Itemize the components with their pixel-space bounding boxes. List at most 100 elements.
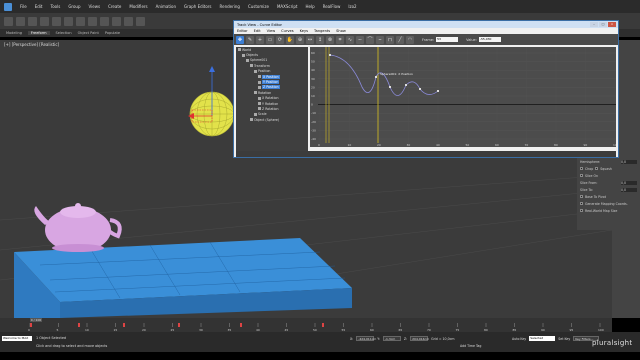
smooth-tangent-icon[interactable]: ◠ xyxy=(406,35,414,44)
align-icon[interactable] xyxy=(136,16,145,26)
fast-tangent-icon[interactable]: ⌒ xyxy=(366,35,374,44)
close-icon[interactable]: × xyxy=(608,22,616,27)
tab-modeling[interactable]: Modeling xyxy=(6,31,22,35)
menu-realflow[interactable]: RealFlow xyxy=(323,4,341,9)
menu-help[interactable]: Help xyxy=(305,4,314,9)
slice-on-checkbox[interactable] xyxy=(580,174,583,177)
scale-icon[interactable] xyxy=(100,16,109,26)
ce-menu-editor[interactable]: Editor xyxy=(237,29,248,33)
menu-graph-editors[interactable]: Graph Editors xyxy=(184,4,211,9)
ce-menu-curves[interactable]: Curves xyxy=(281,29,293,33)
lock-selection-icon[interactable]: ⊗ xyxy=(326,35,334,44)
chop-radio[interactable] xyxy=(580,167,583,170)
menu-customize[interactable]: Customize xyxy=(248,4,269,9)
unlink-icon[interactable] xyxy=(40,16,49,26)
menu-lzo2[interactable]: lzo2 xyxy=(348,4,356,9)
generate-mapping-checkbox[interactable] xyxy=(580,202,583,205)
slow-tangent-icon[interactable]: ⌣ xyxy=(376,35,384,44)
rollout-row-chop: Chop Squash xyxy=(577,165,640,172)
maximize-icon[interactable]: □ xyxy=(599,22,607,27)
select-by-name-icon[interactable] xyxy=(64,16,73,26)
menu-rendering[interactable]: Rendering xyxy=(220,4,240,9)
draw-curves-icon[interactable]: ✎ xyxy=(246,35,254,44)
add-key-icon[interactable]: + xyxy=(256,35,264,44)
frame-value-icon[interactable]: ↕ xyxy=(316,35,324,44)
x-coordinate-field[interactable]: -424,011cm xyxy=(356,336,376,341)
set-key-button[interactable]: Set Key xyxy=(558,337,570,341)
curve-graph[interactable]: 60 50 40 30 20 10 0 -10 -20 -30 -40 0 10 20 30 40 50 60 70… xyxy=(310,47,616,147)
graph-x-tick: 70 xyxy=(525,143,529,147)
linear-tangent-icon[interactable]: ╱ xyxy=(396,35,404,44)
slice-to-field[interactable]: 0,0 xyxy=(621,187,637,192)
menu-group[interactable]: Group xyxy=(68,4,80,9)
move-icon[interactable] xyxy=(76,16,85,26)
snap-frames-icon[interactable]: ⌗ xyxy=(336,35,344,44)
track-icon xyxy=(258,85,261,89)
minimize-icon[interactable]: – xyxy=(590,22,598,27)
timeline-keyframe[interactable] xyxy=(240,323,242,327)
menu-animation[interactable]: Animation xyxy=(156,4,176,9)
viewport-label[interactable]: [+] [Perspective] [Realistic] xyxy=(4,42,59,47)
coordinate-fields: X: -424,011cm Y: -1,3cm Z: 204,014cm Gri… xyxy=(350,336,454,341)
base-to-pivot-checkbox[interactable] xyxy=(580,195,583,198)
menu-create[interactable]: Create xyxy=(108,4,121,9)
maxscript-listener[interactable]: Welcome to MAX xyxy=(2,336,32,341)
frame-field[interactable]: 53 xyxy=(436,37,459,42)
ce-menu-show[interactable]: Show xyxy=(336,29,346,33)
tab-object-paint[interactable]: Object Paint xyxy=(78,31,99,35)
snap-icon[interactable] xyxy=(112,16,121,26)
ce-menu-keys[interactable]: Keys xyxy=(300,29,308,33)
region-tool-icon[interactable]: ▭ xyxy=(266,35,274,44)
tab-freeform[interactable]: Freeform xyxy=(27,31,50,35)
auto-key-button[interactable]: Auto Key xyxy=(512,337,526,341)
ce-menu-edit[interactable]: Edit xyxy=(254,29,261,33)
retime-icon[interactable]: ⟳ xyxy=(276,35,284,44)
timeline-keyframe[interactable] xyxy=(30,323,32,327)
timeline-keyframe[interactable] xyxy=(78,323,80,327)
menu-tools[interactable]: Tools xyxy=(50,4,60,9)
squash-radio[interactable] xyxy=(595,167,599,170)
ce-menu-tangents[interactable]: Tangents xyxy=(314,29,330,33)
ce-menu-view[interactable]: View xyxy=(267,29,276,33)
menu-views[interactable]: Views xyxy=(89,4,101,9)
step-tangent-icon[interactable]: ⊓ xyxy=(386,35,394,44)
curve-editor-window[interactable]: Track View - Curve Editor – □ × Editor E… xyxy=(233,20,619,158)
link-icon[interactable] xyxy=(28,16,37,26)
tree-node-label: Z Rotation xyxy=(262,106,279,111)
select-icon[interactable] xyxy=(52,16,61,26)
graph-x-tick: 80 xyxy=(554,143,558,147)
value-field[interactable]: -55,030 xyxy=(478,37,501,42)
pan-icon[interactable]: ✋ xyxy=(286,35,294,44)
undo-icon[interactable] xyxy=(4,16,13,26)
tab-selection[interactable]: Selection xyxy=(56,31,72,35)
timeline-keyframe[interactable] xyxy=(178,323,180,327)
menu-maxscript[interactable]: MAXScript xyxy=(277,4,298,9)
tree-node[interactable]: Object (Sphere) xyxy=(236,117,308,122)
curve-editor-titlebar[interactable]: Track View - Curve Editor – □ × xyxy=(234,21,618,28)
add-time-tag[interactable]: Add Time Tag xyxy=(460,344,481,348)
auto-key-select[interactable]: Selected xyxy=(529,336,556,341)
move-keys-icon[interactable]: ✥ xyxy=(236,35,244,44)
z-coordinate-field[interactable]: 204,014cm xyxy=(410,336,429,341)
rotate-icon[interactable] xyxy=(88,16,97,26)
timeline[interactable]: 0 5 10 15 20 25 30 35 40 45 50 55 60 65 70 75 80 85 90 95 10… xyxy=(0,318,612,332)
zoom-icon[interactable]: ⊕ xyxy=(296,35,304,44)
spline-tangent-icon[interactable]: ∼ xyxy=(356,35,364,44)
time-slider[interactable]: 0 / 100 xyxy=(30,318,42,322)
y-coordinate-field[interactable]: -1,3cm xyxy=(382,336,401,341)
timeline-keyframe[interactable] xyxy=(322,323,324,327)
menu-file[interactable]: File xyxy=(20,4,27,9)
tab-populate[interactable]: Populate xyxy=(105,31,120,35)
menu-edit[interactable]: Edit xyxy=(35,4,43,9)
hemisphere-field[interactable]: 0,0 xyxy=(621,159,637,164)
frame-horizontal-icon[interactable]: ↔ xyxy=(306,35,314,44)
app-logo-icon[interactable] xyxy=(4,2,12,11)
auto-tangent-icon[interactable]: ∿ xyxy=(346,35,354,44)
real-world-map-checkbox[interactable] xyxy=(580,209,583,212)
timeline-keyframe[interactable] xyxy=(123,323,125,327)
menu-modifiers[interactable]: Modifiers xyxy=(129,4,147,9)
teapot[interactable] xyxy=(34,203,122,252)
slice-from-field[interactable]: 0,0 xyxy=(621,180,637,185)
mirror-icon[interactable] xyxy=(124,16,133,26)
redo-icon[interactable] xyxy=(16,16,25,26)
